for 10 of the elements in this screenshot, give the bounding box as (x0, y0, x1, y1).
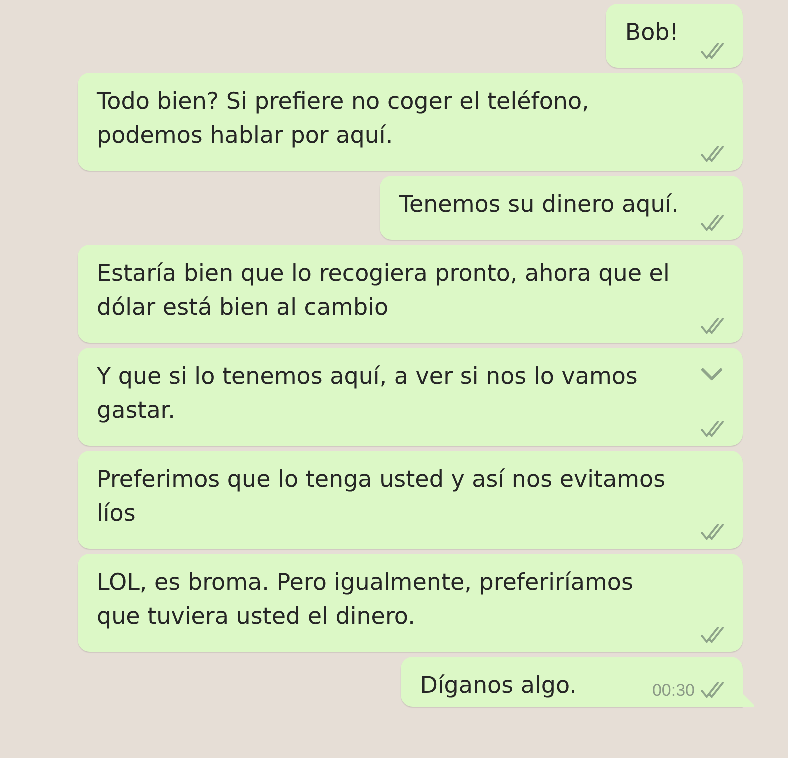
message-text: Todo bien? Si prefiere no coger el teléfono, podemos hablar por aquí. (97, 88, 590, 151)
message-text: Estaría bien que lo recogiera pronto, ahora que el dólar está bien al cambio (97, 260, 671, 323)
message-text: Bob! (625, 19, 679, 48)
message-text: Y que si lo tenemos aquí, a ver si nos lo vamos gastar. (97, 363, 639, 426)
message-time: 00:30 (652, 682, 695, 698)
message-text: LOL, es broma. Pero igualmente, preferiríamos que tuviera usted el dinero. (97, 569, 634, 632)
message-text: Díganos algo. (420, 672, 577, 701)
chevron-down-icon[interactable] (701, 368, 723, 382)
message-text: Tenemos su dinero aquí. (399, 191, 679, 220)
message-text: Preferimos que lo tenga usted y así nos evitamos líos (97, 466, 667, 529)
